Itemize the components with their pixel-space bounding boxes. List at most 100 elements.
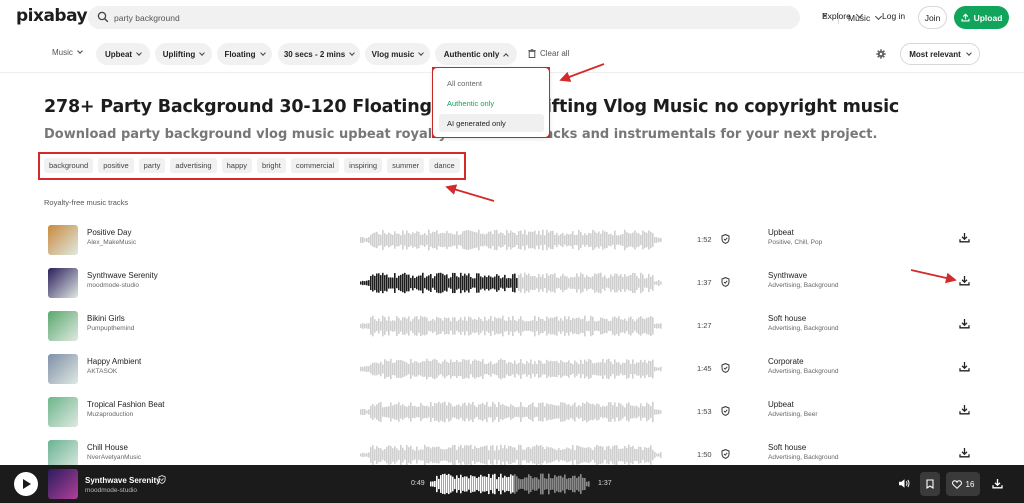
dropdown-option-all-content[interactable]: All content [439,74,544,92]
track-tags: Advertising, Background [768,282,839,289]
clear-all-label: Clear all [540,49,570,58]
player-current-time: 0:49 [411,480,425,487]
chevron-down-icon [349,49,356,56]
download-icon[interactable] [959,361,970,372]
music-filter-label: Music [52,48,73,57]
track-waveform[interactable] [358,399,662,425]
download-icon[interactable] [992,478,1003,489]
player-artist[interactable]: moodmode-studio [85,487,137,494]
gear-icon[interactable] [876,49,886,59]
track-artist[interactable]: Pumpupthemind [87,325,134,332]
dropdown-option-ai-generated-only[interactable]: AI generated only [439,114,544,132]
track-thumbnail[interactable] [48,354,78,384]
track-tags: Positive, Chill, Pop [768,239,823,246]
track-duration: 1:53 [697,407,712,416]
track-artist[interactable]: NverAvetyanMusic [87,454,141,461]
filter-pill-vlog-music[interactable]: Vlog music [365,43,430,65]
chevron-down-icon [259,49,266,56]
play-button[interactable] [14,472,38,496]
filter-pill-uplifting[interactable]: Uplifting [155,43,212,65]
search-bar: × Music [88,6,883,29]
login-link[interactable]: Log in [882,11,905,21]
track-thumbnail[interactable] [48,225,78,255]
filter-pill-duration[interactable]: 30 secs - 2 mins [278,43,360,65]
track-row[interactable]: Positive Day Alex_MakeMusic 1:52 Upbeat … [0,225,1024,261]
track-title[interactable]: Synthwave Serenity [87,271,158,280]
track-duration: 1:52 [697,235,712,244]
download-icon[interactable] [959,447,970,458]
track-artist[interactable]: moodmode-studio [87,282,139,289]
track-duration: 1:45 [697,364,712,373]
track-waveform[interactable] [358,356,662,382]
annotation-box-tags [38,152,466,180]
track-tags: Advertising, Background [768,454,839,461]
clear-all-button[interactable]: Clear all [528,49,569,58]
track-waveform[interactable] [358,313,662,339]
pill-label: Uplifting [162,49,196,59]
track-genre[interactable]: Upbeat [768,400,794,409]
filter-bar: Music Upbeat Uplifting Floating 30 secs … [0,43,1024,65]
track-genre[interactable]: Corporate [768,357,804,366]
pill-label: Authentic only [443,49,500,59]
filter-pill-floating[interactable]: Floating [217,43,272,65]
bookmark-icon [926,479,934,489]
track-row[interactable]: Tropical Fashion Beat Muzaproduction 1:5… [0,397,1024,433]
chevron-down-icon [418,49,425,56]
track-duration: 1:50 [697,450,712,459]
track-row[interactable]: Bikini Girls Pumpupthemind 1:27 Soft hou… [0,311,1024,347]
track-row[interactable]: Synthwave Serenity moodmode-studio 1:37 … [0,268,1024,304]
trash-icon [528,49,536,58]
track-title[interactable]: Happy Ambient [87,357,141,366]
pill-label: Vlog music [371,49,415,59]
track-genre[interactable]: Soft house [768,314,806,323]
download-icon[interactable] [959,404,970,415]
dropdown-option-authentic-only[interactable]: Authentic only [439,94,544,112]
like-button[interactable]: 16 [946,472,980,496]
upload-button[interactable]: Upload [954,6,1009,29]
track-tags: Advertising, Background [768,368,839,375]
track-waveform[interactable] [358,270,662,296]
join-button[interactable]: Join [918,6,947,29]
track-thumbnail[interactable] [48,397,78,427]
track-genre[interactable]: Soft house [768,443,806,452]
sort-select[interactable]: Most relevant [900,43,980,65]
player-track-title[interactable]: Synthwave Serenity [85,476,161,485]
filter-pill-authentic-only[interactable]: Authentic only [435,43,517,65]
download-icon[interactable] [959,275,970,286]
track-title[interactable]: Chill House [87,443,128,452]
track-thumbnail[interactable] [48,268,78,298]
volume-icon[interactable] [898,478,910,489]
music-filter[interactable]: Music [52,48,83,57]
track-artist[interactable]: AKTASOK [87,368,117,375]
track-genre[interactable]: Synthwave [768,271,807,280]
pixabay-logo[interactable]: pixabay [16,6,88,26]
chevron-down-icon [855,10,863,19]
heart-icon [951,479,962,489]
track-title[interactable]: Tropical Fashion Beat [87,400,165,409]
filter-pill-upbeat[interactable]: Upbeat [96,43,150,65]
chevron-down-icon [199,49,206,56]
track-thumbnail[interactable] [48,311,78,341]
track-waveform[interactable] [358,227,662,253]
player-thumbnail [48,469,78,499]
sort-label: Most relevant [909,49,961,59]
download-icon[interactable] [959,318,970,329]
audio-player: Synthwave Serenity moodmode-studio 0:49 … [0,465,1024,503]
bookmark-button[interactable] [920,472,940,496]
download-icon[interactable] [959,232,970,243]
track-title[interactable]: Positive Day [87,228,131,237]
track-title[interactable]: Bikini Girls [87,314,125,323]
track-artist[interactable]: Muzaproduction [87,411,133,418]
track-artist[interactable]: Alex_MakeMusic [87,239,136,246]
player-waveform[interactable] [430,471,590,497]
search-input[interactable] [114,9,614,26]
track-duration: 1:27 [697,321,712,330]
track-duration: 1:37 [697,278,712,287]
shield-icon [721,406,730,416]
pill-label: 30 secs - 2 mins [283,49,346,59]
chevron-up-icon [503,52,510,59]
player-total-time: 1:37 [598,480,612,487]
explore-menu[interactable]: Explore [822,10,863,21]
track-row[interactable]: Happy Ambient AKTASOK 1:45 Corporate Adv… [0,354,1024,390]
track-genre[interactable]: Upbeat [768,228,794,237]
